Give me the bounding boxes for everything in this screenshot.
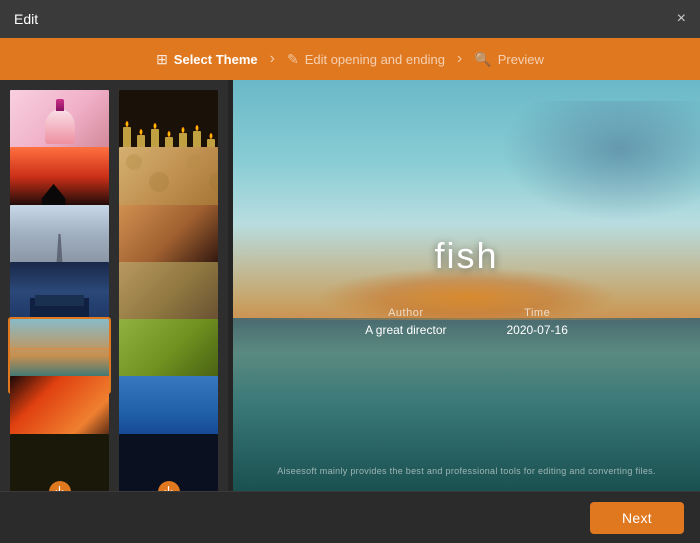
- step-preview[interactable]: 🔍 Preview: [462, 51, 556, 68]
- bottom-bar: Next: [0, 491, 700, 543]
- preview-footer: Aiseesoft mainly provides the best and p…: [233, 461, 700, 479]
- theme-panel: [0, 80, 228, 491]
- preview-title: fish: [434, 235, 498, 277]
- step-edit-opening[interactable]: ✎ Edit opening and ending: [275, 51, 457, 68]
- theme-icon: ⊞: [156, 51, 168, 68]
- step-bar: ⊞ Select Theme › ✎ Edit opening and endi…: [0, 38, 700, 80]
- edit-icon: ✎: [287, 51, 299, 68]
- author-label: Author: [388, 307, 423, 319]
- theme-download-1[interactable]: [8, 432, 111, 491]
- time-label: Time: [524, 307, 550, 319]
- preview-content: fish Author A great director Time 2020-0…: [233, 80, 700, 491]
- next-button[interactable]: Next: [590, 502, 684, 534]
- preview-panel: fish Author A great director Time 2020-0…: [233, 80, 700, 491]
- step-label-2: Edit opening and ending: [305, 52, 445, 67]
- step-label-1: Select Theme: [174, 52, 258, 67]
- preview-icon: 🔍: [474, 51, 491, 68]
- window-title: Edit: [14, 11, 38, 27]
- close-button[interactable]: ×: [677, 11, 686, 27]
- download-icon-1[interactable]: [49, 481, 71, 491]
- time-value: 2020-07-16: [506, 323, 567, 337]
- step-label-3: Preview: [498, 52, 544, 67]
- preview-card: fish Author A great director Time 2020-0…: [233, 80, 700, 491]
- theme-download-2[interactable]: [117, 432, 220, 491]
- title-bar: Edit ×: [0, 0, 700, 38]
- preview-meta: Author A great director Time 2020-07-16: [365, 307, 568, 337]
- meta-author: Author A great director: [365, 307, 446, 337]
- main-content: fish Author A great director Time 2020-0…: [0, 80, 700, 491]
- meta-time: Time 2020-07-16: [506, 307, 567, 337]
- footer-text: Aiseesoft mainly provides the best and p…: [277, 466, 656, 476]
- author-value: A great director: [365, 323, 446, 337]
- download-icon-2[interactable]: [158, 481, 180, 491]
- step-select-theme[interactable]: ⊞ Select Theme: [144, 51, 270, 68]
